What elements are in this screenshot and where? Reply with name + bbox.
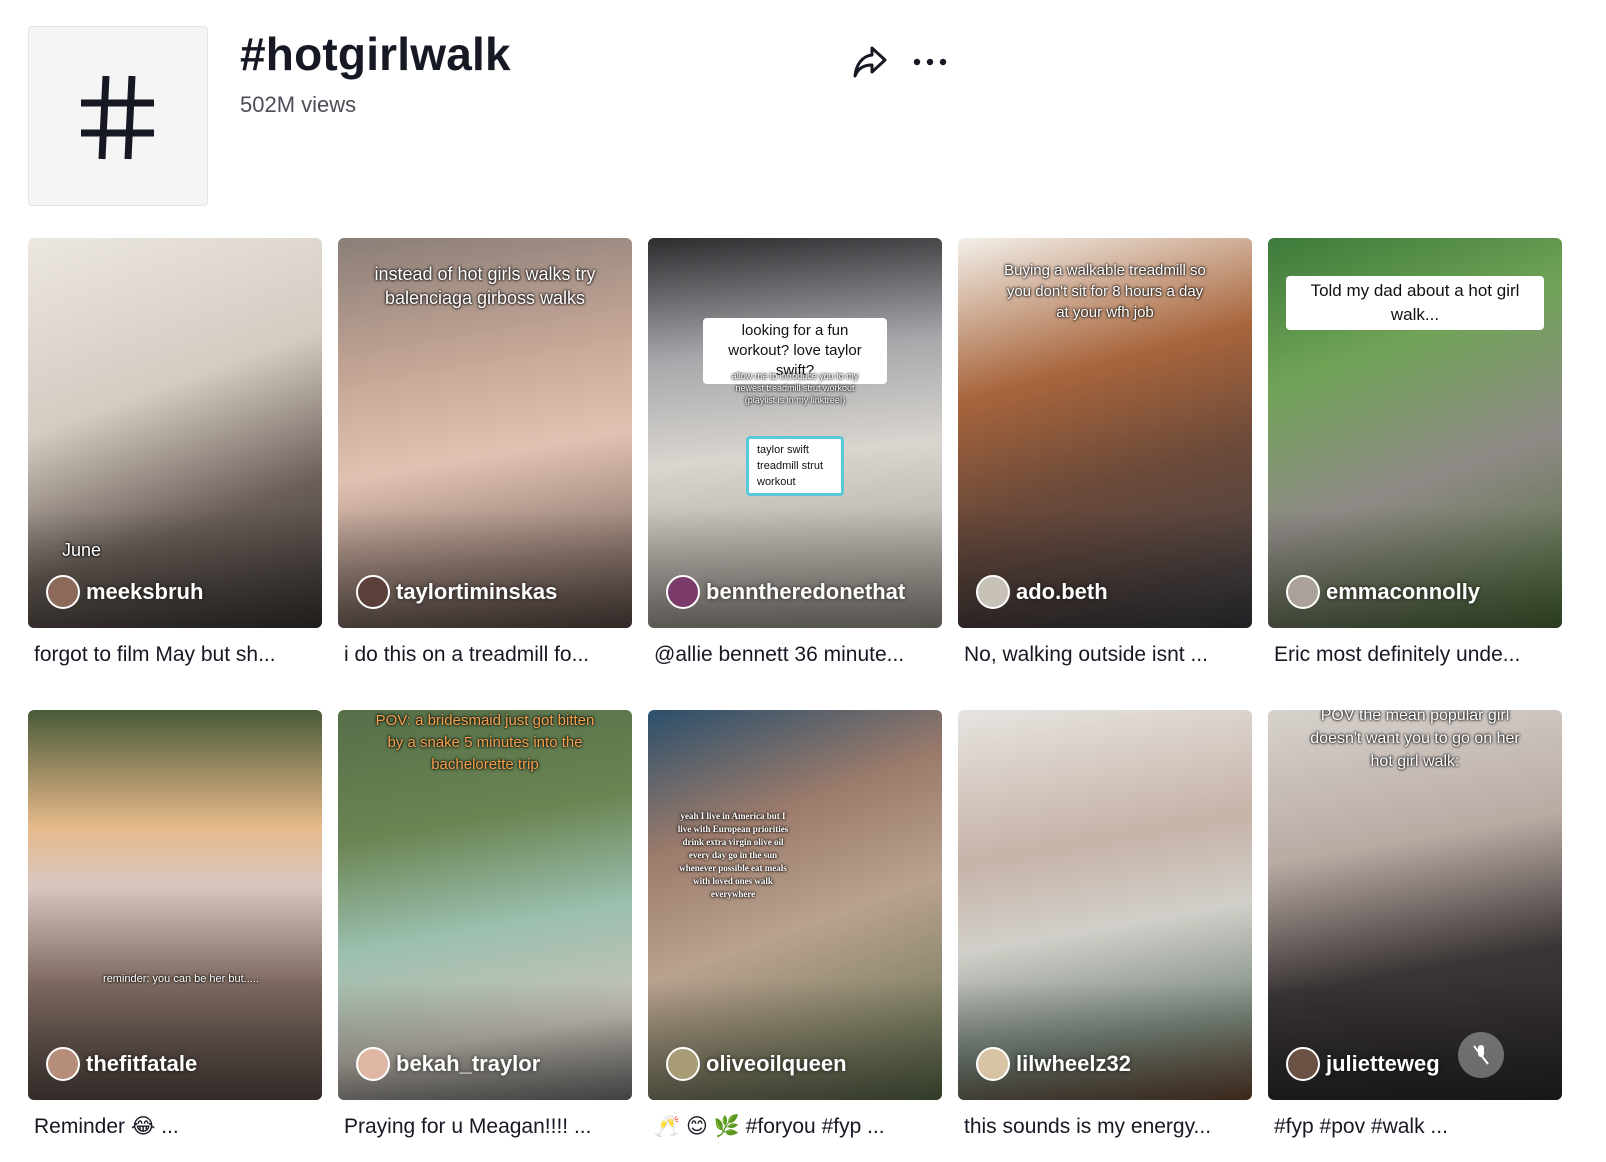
overlay-text: POV: a bridesmaid just got bitten by a s… — [375, 712, 595, 773]
author-row[interactable]: taylortiminskas — [356, 574, 622, 610]
video-caption[interactable]: 🥂 😊 🌿 #foryou #fyp ... — [654, 1112, 938, 1142]
video-caption[interactable]: @allie bennett 36 minute... — [654, 640, 938, 670]
thumbnail-shade — [28, 508, 322, 628]
author-name: taylortiminskas — [396, 579, 558, 604]
more-dots-icon — [913, 58, 947, 66]
overlay-text: yeah I live in America but I live with E… — [677, 811, 789, 899]
thumbnail-shade — [648, 980, 942, 1100]
author-row[interactable]: ado.beth — [976, 574, 1242, 610]
hashtag-avatar — [28, 26, 208, 206]
overlay-text: Buying a walkable treadmill so you don't… — [1004, 262, 1206, 321]
author-name: lilwheelz32 — [1016, 1051, 1131, 1076]
author-row[interactable]: julietteweg — [1286, 1046, 1552, 1082]
hashtag-icon — [81, 75, 154, 160]
overlay-badge: taylor swift treadmill strut workout — [746, 436, 844, 496]
video-thumbnail[interactable]: reminder: you can be her but..... thefit… — [28, 710, 322, 1100]
author-row[interactable]: benntheredonethat — [666, 574, 932, 610]
overlay-text: instead of hot girls walks try balenciag… — [374, 264, 596, 308]
author-name: oliveoilqueen — [706, 1051, 847, 1076]
share-arrow-icon — [853, 46, 887, 78]
video-caption[interactable]: Reminder 😂 ... — [34, 1112, 318, 1142]
author-name: benntheredonethat — [706, 579, 906, 604]
author-name: thefitfatale — [86, 1051, 198, 1076]
video-caption[interactable]: Eric most definitely unde... — [1274, 640, 1558, 670]
avatar — [976, 575, 1010, 609]
avatar — [666, 1047, 700, 1081]
video-thumbnail[interactable]: Buying a walkable treadmill so you don't… — [958, 238, 1252, 628]
avatar — [666, 575, 700, 609]
video-thumbnail[interactable]: instead of hot girls walks try balenciag… — [338, 238, 632, 628]
avatar — [356, 1047, 390, 1081]
video-caption[interactable]: this sounds is my energy... — [964, 1112, 1248, 1142]
thumbnail-shade — [648, 508, 942, 628]
video-thumbnail[interactable]: Told my dad about a hot girl walk... emm… — [1268, 238, 1562, 628]
thumbnail-shade — [958, 980, 1252, 1100]
view-count: 502M views — [240, 92, 357, 117]
avatar — [46, 575, 80, 609]
author-row[interactable]: oliveoilqueen — [666, 1046, 932, 1082]
thumbnail-shade — [28, 980, 322, 1100]
author-name: bekah_traylor — [396, 1051, 541, 1076]
overlay-text: POV the mean popular girl doesn't want y… — [1310, 710, 1520, 770]
author-name: emmaconnolly — [1326, 579, 1481, 604]
thumbnail-shade — [958, 508, 1252, 628]
avatar — [1286, 575, 1320, 609]
video-thumbnail[interactable]: POV the mean popular girl doesn't want y… — [1268, 710, 1562, 1100]
overlay-text: Told my dad about a hot girl walk... — [1286, 276, 1544, 330]
author-row[interactable]: lilwheelz32 — [976, 1046, 1242, 1082]
more-options-button[interactable] — [908, 42, 952, 82]
video-thumbnail[interactable]: looking for a fun workout? love taylor s… — [648, 238, 942, 628]
author-name: meeksbruh — [86, 579, 204, 604]
thumbnail-shade — [338, 980, 632, 1100]
video-thumbnail[interactable]: June meeksbruh — [28, 238, 322, 628]
author-name: julietteweg — [1326, 1051, 1440, 1076]
avatar — [1286, 1047, 1320, 1081]
author-row[interactable]: thefitfatale — [46, 1046, 312, 1082]
video-caption[interactable]: i do this on a treadmill fo... — [344, 640, 628, 670]
thumbnail-shade — [1268, 980, 1562, 1100]
overlay-text: June — [62, 540, 102, 560]
overlay-text: reminder: you can be her but..... — [103, 973, 259, 985]
video-thumbnail[interactable]: lilwheelz32 — [958, 710, 1252, 1100]
author-row[interactable]: bekah_traylor — [356, 1046, 622, 1082]
avatar — [976, 1047, 1010, 1081]
thumbnail-shade — [1268, 508, 1562, 628]
share-button[interactable] — [850, 42, 890, 82]
author-row[interactable]: emmaconnolly — [1286, 574, 1552, 610]
page-title: #hotgirlwalk — [240, 28, 511, 80]
overlay-subtext: allow me to introduce you to my newest t… — [731, 371, 859, 405]
video-thumbnail[interactable]: POV: a bridesmaid just got bitten by a s… — [338, 710, 632, 1100]
video-thumbnail[interactable]: yeah I live in America but I live with E… — [648, 710, 942, 1100]
avatar — [46, 1047, 80, 1081]
thumbnail-shade — [338, 508, 632, 628]
video-caption[interactable]: Praying for u Meagan!!!! ... — [344, 1112, 628, 1142]
author-row[interactable]: meeksbruh — [46, 574, 312, 610]
author-name: ado.beth — [1016, 579, 1108, 604]
avatar — [356, 575, 390, 609]
video-caption[interactable]: No, walking outside isnt ... — [964, 640, 1248, 670]
video-caption[interactable]: forgot to film May but sh... — [34, 640, 318, 670]
video-caption[interactable]: #fyp #pov #walk ... — [1274, 1112, 1558, 1142]
hashtag-header: #hotgirlwalk 502M views — [28, 26, 1568, 206]
